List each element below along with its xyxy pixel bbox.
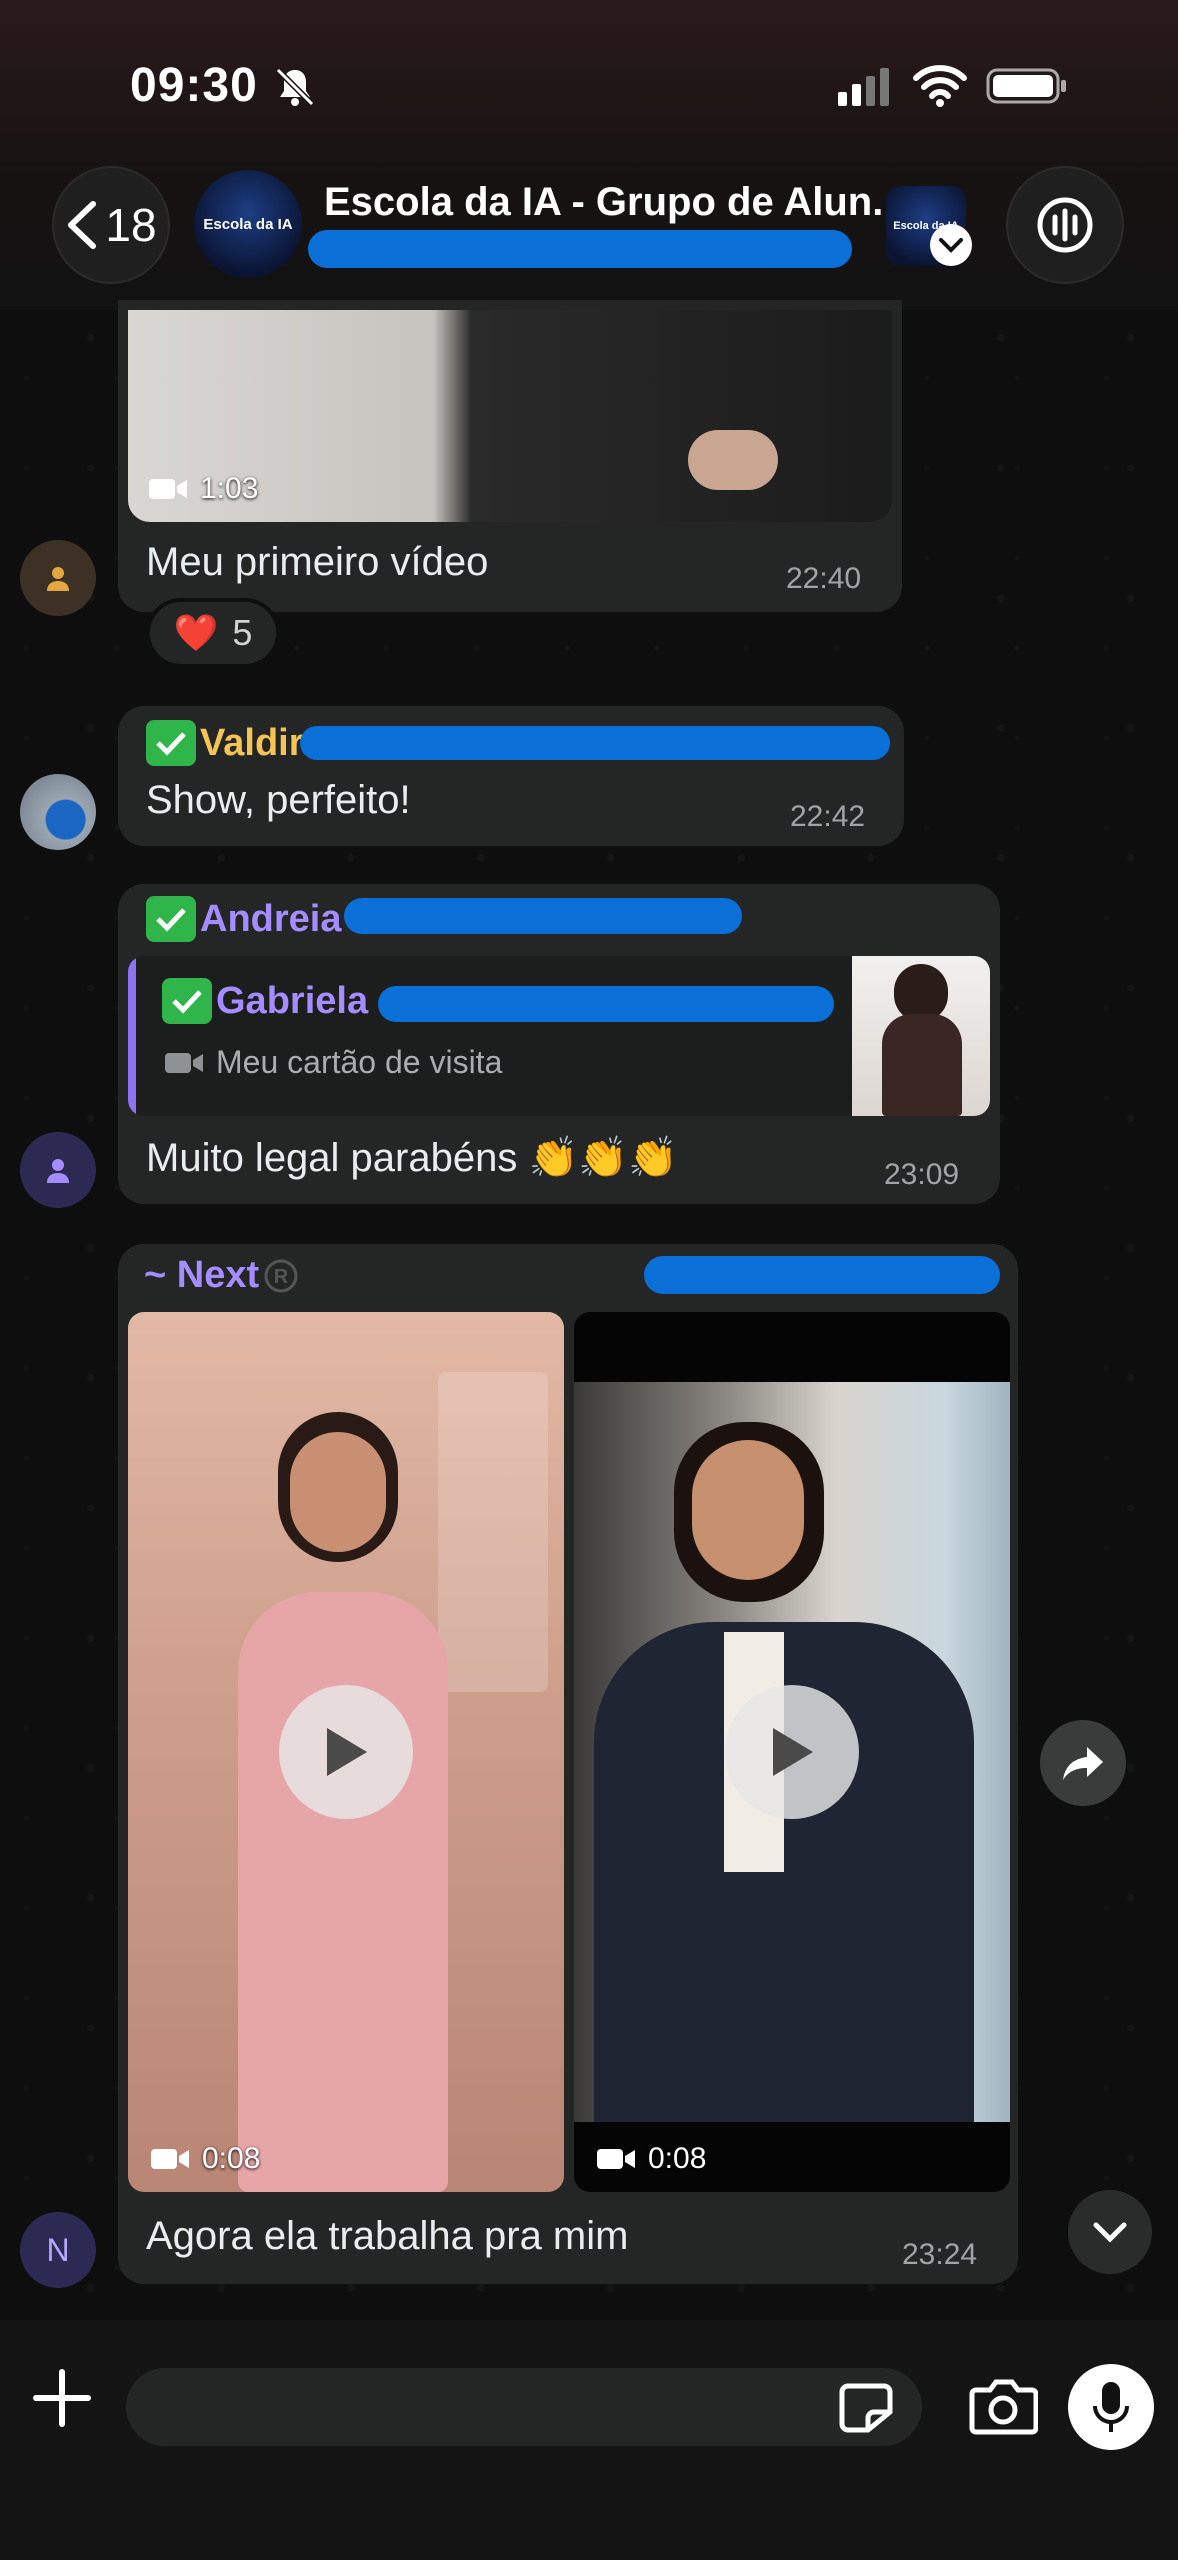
check-mark-icon: [162, 978, 212, 1024]
phone-redaction: [644, 1256, 1000, 1294]
message-time: 23:24: [902, 2238, 978, 2271]
figure-face: [692, 1440, 804, 1580]
play-button[interactable]: [279, 1685, 413, 1819]
wall-sign: [438, 1372, 548, 1692]
figure-body: [882, 1014, 962, 1116]
status-time: 09:30: [130, 59, 258, 112]
message-text: Meu primeiro vídeo: [146, 540, 489, 584]
chat-screen: 09:30 18 Escola da IA Escola da IA - Gru…: [0, 0, 1178, 2560]
scroll-to-bottom-button[interactable]: [1068, 2190, 1152, 2274]
forward-button[interactable]: [1040, 1720, 1126, 1806]
chevron-down-icon: [1093, 2222, 1127, 2243]
check-mark-icon: [146, 896, 196, 942]
bell-muted-icon: [275, 67, 315, 107]
quote-accent-bar: [128, 956, 136, 1116]
reaction-pill[interactable]: ❤️ 5: [146, 598, 280, 668]
message-input[interactable]: [126, 2368, 922, 2446]
heart-icon: ❤️: [173, 612, 219, 653]
hand-shape: [688, 430, 778, 490]
video-camera-icon: [165, 1052, 203, 1073]
message-text: Muito legal parabéns 👏👏👏: [146, 1136, 678, 1180]
name-redaction: [344, 898, 742, 934]
video-duration-label: 0:08: [150, 2142, 260, 2176]
play-icon: [773, 1728, 813, 1776]
chevron-down-icon[interactable]: [930, 224, 972, 266]
members-redaction: [308, 230, 852, 268]
avatar[interactable]: [20, 774, 96, 850]
person-icon: [47, 567, 69, 591]
video-camera-icon: [151, 2149, 189, 2169]
registered-icon: R: [264, 1259, 298, 1292]
back-button[interactable]: 18: [52, 166, 170, 284]
quoted-thumbnail: [852, 956, 990, 1116]
microphone-button[interactable]: [1068, 2364, 1154, 2450]
message-text: Show, perfeito!: [146, 778, 411, 822]
sender-name: Andreia: [146, 896, 341, 942]
chevron-left-icon: [68, 201, 97, 249]
unread-count: 18: [105, 199, 157, 251]
waveform-icon: [1037, 197, 1093, 253]
video-duration-label: 0:08: [596, 2142, 706, 2176]
chat-title[interactable]: Escola da IA - Grupo de Alun...: [324, 180, 906, 225]
video-camera-icon: [597, 2149, 635, 2169]
camera-icon[interactable]: [968, 2372, 1038, 2440]
album-video-1[interactable]: 0:08: [128, 1312, 564, 2192]
reaction-count: 5: [232, 612, 253, 653]
check-mark-icon: [146, 720, 196, 766]
quoted-text: Meu cartão de visita: [164, 1044, 502, 1081]
album-video-2[interactable]: 0:08: [574, 1312, 1010, 2192]
quoted-sender: Gabriela: [162, 978, 368, 1024]
name-redaction: [300, 726, 890, 760]
avatar[interactable]: [20, 540, 96, 616]
avatar[interactable]: N: [20, 2212, 96, 2288]
voice-chat-button[interactable]: [1006, 166, 1124, 284]
share-arrow-icon: [1063, 1747, 1103, 1780]
message-time: 23:09: [884, 1158, 960, 1191]
cellular-signal-icon: [838, 68, 889, 106]
avatar[interactable]: [20, 1132, 96, 1208]
microphone-icon: [1093, 2382, 1129, 2432]
plus-icon[interactable]: [30, 2366, 94, 2430]
battery-icon: [986, 68, 1066, 104]
message-time: 22:40: [786, 562, 862, 595]
video-duration-label: 1:03: [148, 472, 258, 506]
message-text: Agora ela trabalha pra mim: [146, 2214, 629, 2258]
video-camera-icon: [149, 479, 187, 499]
wifi-icon: [913, 65, 967, 107]
name-redaction: [378, 986, 834, 1022]
sender-name: Valdir: [146, 720, 304, 766]
sticker-icon[interactable]: [838, 2382, 894, 2434]
person-icon: [47, 1159, 69, 1183]
play-icon: [327, 1728, 367, 1776]
play-button[interactable]: [725, 1685, 859, 1819]
svg-text:R: R: [274, 1266, 289, 1288]
message-time: 22:42: [790, 800, 866, 833]
group-avatar[interactable]: Escola da IA: [194, 170, 302, 278]
figure-face: [290, 1432, 386, 1552]
quoted-message[interactable]: Gabriela Meu cartão de visita: [128, 956, 990, 1116]
sender-name: ~ Next R: [144, 1254, 299, 1297]
